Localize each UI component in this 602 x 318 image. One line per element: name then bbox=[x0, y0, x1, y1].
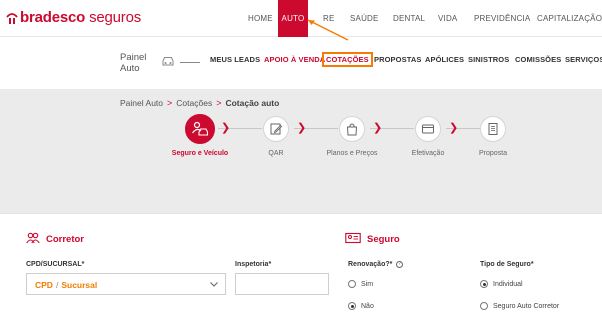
cpd-sucursal-value: CPD / Sucursal bbox=[35, 280, 98, 290]
tipo-auto-corretor-label[interactable]: Seguro Auto Corretor bbox=[493, 303, 559, 310]
breadcrumb-cotacoes[interactable]: Cotações bbox=[176, 98, 212, 108]
cpd-sucursal-label: CPD/SUCURSAL* bbox=[26, 261, 85, 268]
step-proposta[interactable] bbox=[480, 116, 506, 142]
nav-vida[interactable]: VIDA bbox=[438, 0, 457, 37]
credit-card-icon bbox=[422, 124, 434, 134]
step-planos-precos[interactable] bbox=[339, 116, 365, 142]
subnav-propostas[interactable]: PROPOSTAS bbox=[374, 55, 421, 64]
subnav-divider bbox=[180, 62, 200, 63]
renovacao-sim-radio[interactable] bbox=[348, 280, 356, 288]
breadcrumb-separator: > bbox=[216, 98, 222, 108]
bradesco-logo[interactable]: bradesco seguros bbox=[6, 9, 141, 26]
bradesco-logo-icon bbox=[6, 12, 18, 24]
people-icon bbox=[26, 232, 40, 244]
subnav-apolices[interactable]: APÓLICES bbox=[425, 55, 464, 64]
step-efetivacao[interactable] bbox=[415, 116, 441, 142]
shopping-bag-icon bbox=[346, 123, 358, 136]
subnav-servicos[interactable]: SERVIÇOS bbox=[565, 55, 602, 64]
painel-title: Painel Auto bbox=[120, 52, 147, 74]
document-icon bbox=[488, 123, 498, 135]
cpd-sucursal-select[interactable]: CPD / Sucursal bbox=[26, 273, 226, 295]
car-icon bbox=[162, 57, 174, 66]
subnav-cotacoes[interactable]: COTAÇÕES bbox=[322, 52, 373, 67]
logo-text: bradesco seguros bbox=[20, 9, 142, 26]
step-seguro-veiculo[interactable] bbox=[185, 114, 215, 144]
step-label-seguro-veiculo: Seguro e Veículo bbox=[171, 150, 229, 157]
nav-previdencia[interactable]: PREVIDÊNCIA bbox=[474, 0, 530, 37]
edit-icon bbox=[270, 123, 283, 135]
nav-capitalizacao[interactable]: CAPITALIZAÇÃO bbox=[537, 0, 602, 37]
id-card-icon bbox=[345, 232, 361, 244]
nav-saude[interactable]: SAÚDE bbox=[350, 0, 379, 37]
sub-nav: Painel Auto MEUS LEADS APOIO À VENDA COT… bbox=[0, 37, 602, 89]
chevron-right-icon: ❯ bbox=[449, 122, 459, 134]
chevron-right-icon: ❯ bbox=[221, 122, 231, 134]
breadcrumb: Painel Auto > Cotações > Cotação auto bbox=[120, 98, 279, 108]
tipo-individual-radio[interactable] bbox=[480, 280, 488, 288]
step-label-planos-precos: Planos e Preços bbox=[326, 150, 378, 157]
breadcrumb-painel-auto[interactable]: Painel Auto bbox=[120, 98, 163, 108]
inspetoria-label: Inspetoria* bbox=[235, 261, 272, 268]
seguro-title: Seguro bbox=[367, 234, 400, 245]
step-label-proposta: Proposta bbox=[478, 150, 508, 157]
subnav-meus-leads[interactable]: MEUS LEADS bbox=[210, 55, 260, 64]
renovacao-sim-label[interactable]: Sim bbox=[361, 281, 373, 288]
chevron-down-icon bbox=[210, 282, 218, 287]
corretor-title: Corretor bbox=[46, 234, 85, 245]
inspetoria-input[interactable] bbox=[235, 273, 329, 295]
tipo-auto-corretor-radio[interactable] bbox=[480, 302, 488, 310]
step-label-qar: QAR bbox=[268, 150, 284, 157]
breadcrumb-current: Cotação auto bbox=[225, 98, 280, 108]
renovacao-nao-label[interactable]: Não bbox=[361, 303, 374, 310]
breadcrumb-separator: > bbox=[167, 98, 173, 108]
nav-dental[interactable]: DENTAL bbox=[393, 0, 425, 37]
renovacao-nao-radio[interactable] bbox=[348, 302, 356, 310]
tipo-individual-label[interactable]: Individual bbox=[493, 281, 523, 288]
annotation-arrow bbox=[307, 19, 349, 41]
nav-home[interactable]: HOME bbox=[248, 0, 273, 37]
step-qar[interactable] bbox=[263, 116, 289, 142]
help-icon[interactable]: ? bbox=[396, 261, 403, 268]
car-person-icon bbox=[192, 121, 209, 136]
renovacao-label: Renovação?* bbox=[348, 261, 393, 268]
tipo-seguro-label: Tipo de Seguro* bbox=[480, 261, 534, 268]
subnav-sinistros[interactable]: SINISTROS bbox=[468, 55, 509, 64]
chevron-right-icon: ❯ bbox=[297, 122, 307, 134]
chevron-right-icon: ❯ bbox=[373, 122, 383, 134]
subnav-comissoes[interactable]: COMISSÕES bbox=[515, 55, 561, 64]
subnav-apoio-venda[interactable]: APOIO À VENDA bbox=[264, 55, 325, 64]
